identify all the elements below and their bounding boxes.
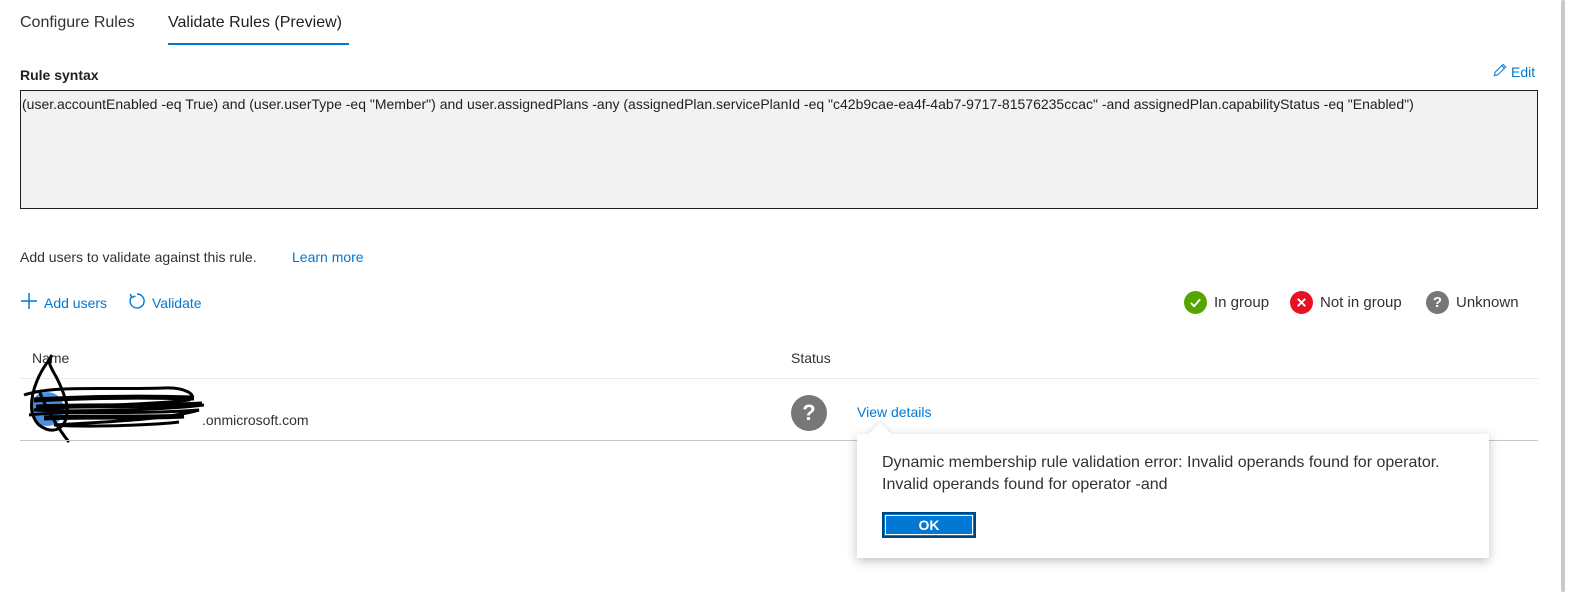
callout-message-line: Dynamic membership rule validation error… (882, 454, 1440, 471)
validate-description: Add users to validate against this rule. (20, 249, 257, 265)
active-tab-indicator (168, 43, 349, 45)
edit-button[interactable]: Edit (1493, 63, 1535, 80)
legend-unknown: ? Unknown (1426, 291, 1519, 314)
plus-icon (20, 292, 38, 313)
ok-button[interactable]: OK (882, 512, 976, 538)
tab-validate-rules[interactable]: Validate Rules (Preview) (168, 14, 342, 32)
callout-message: Dynamic membership rule validation error… (882, 452, 1482, 496)
question-icon: ? (791, 395, 827, 431)
edit-label: Edit (1511, 63, 1536, 80)
column-header-status: Status (791, 350, 831, 366)
view-details-link[interactable]: View details (857, 404, 931, 420)
x-icon (1290, 291, 1313, 314)
legend-not-in-group: Not in group (1290, 291, 1402, 314)
question-icon: ? (1426, 291, 1449, 314)
add-users-label: Add users (44, 294, 108, 311)
learn-more-link[interactable]: Learn more (292, 249, 364, 265)
check-icon (1184, 291, 1207, 314)
legend-label: Not in group (1320, 294, 1402, 311)
error-callout: Dynamic membership rule validation error… (857, 434, 1489, 558)
legend-label: In group (1214, 294, 1270, 311)
validate-label: Validate (152, 294, 202, 311)
legend-in-group: In group (1184, 291, 1269, 314)
table-divider (20, 378, 1538, 379)
page-scrollbar-thumb[interactable] (1561, 0, 1565, 592)
pencil-icon (1493, 63, 1507, 80)
tab-configure-rules[interactable]: Configure Rules (20, 14, 135, 32)
legend-label: Unknown (1456, 294, 1519, 311)
refresh-icon (128, 292, 146, 313)
rule-syntax-textarea[interactable]: (user.accountEnabled -eq True) and (user… (20, 90, 1538, 209)
redaction-scribble (23, 354, 205, 443)
rule-syntax-title: Rule syntax (20, 67, 99, 83)
user-email: .onmicrosoft.com (202, 412, 309, 428)
add-users-button[interactable]: Add users (20, 292, 107, 313)
callout-message-line: Invalid operands found for operator -and (882, 476, 1168, 493)
validate-button[interactable]: Validate (128, 292, 202, 313)
